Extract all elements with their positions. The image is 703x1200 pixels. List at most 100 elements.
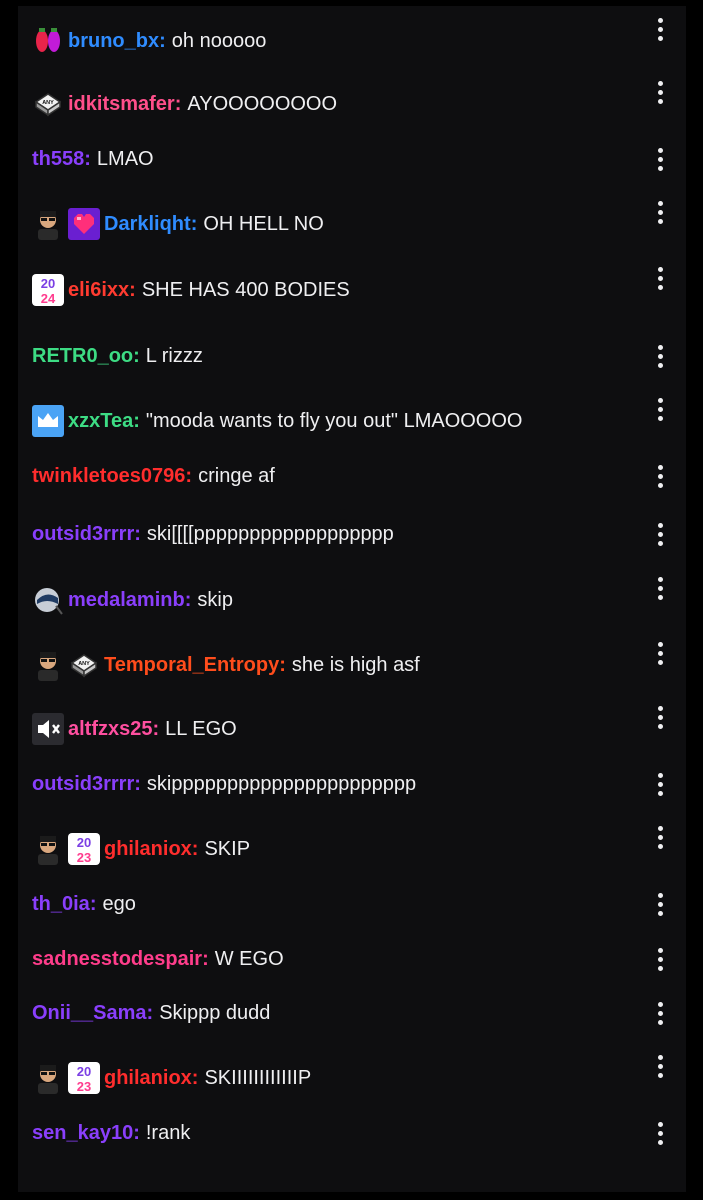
message-text: SKIIIIIIIIIIIIP xyxy=(204,1066,312,1089)
chat-message: ANY idkitsmafer: AYOOOOOOOO xyxy=(32,80,686,121)
username[interactable]: ghilaniox xyxy=(104,1067,192,1090)
chat-message: 20 23 ghilaniox: SKIIIIIIIIIIIIP xyxy=(32,1054,686,1095)
more-options-icon[interactable] xyxy=(650,145,670,173)
chat-message: Darkliqht: OH HELL NO xyxy=(32,200,686,241)
badge-group xyxy=(32,713,68,745)
username-colon: : xyxy=(152,717,160,740)
more-options-icon[interactable] xyxy=(650,264,670,292)
any-key-icon[interactable]: ANY xyxy=(32,88,64,120)
more-options-icon[interactable] xyxy=(650,574,670,602)
username-colon: : xyxy=(146,1001,154,1024)
username[interactable]: th_0ia xyxy=(32,893,90,916)
chat-message: RETR0_oo: L rizzz xyxy=(32,339,686,373)
username[interactable]: twinkletoes0796 xyxy=(32,465,185,488)
year-2023-icon[interactable]: 20 23 xyxy=(68,1062,100,1094)
badge-group xyxy=(32,584,68,616)
chat-message: outsid3rrrr: skipppppppppppppppppppppp xyxy=(32,767,686,801)
username[interactable]: sadnesstodespair xyxy=(32,948,202,971)
chat-message: altfzxs25: LL EGO xyxy=(32,705,686,746)
svg-text:20: 20 xyxy=(41,276,55,291)
more-options-icon[interactable] xyxy=(650,999,670,1027)
chat-message: twinkletoes0796: cringe af xyxy=(32,459,686,493)
svg-text:ANY: ANY xyxy=(78,661,90,667)
message-text: ego xyxy=(102,892,136,915)
svg-text:ANY: ANY xyxy=(42,100,54,106)
helmet-icon[interactable] xyxy=(32,584,64,616)
message-text: Skippp dudd xyxy=(159,1001,271,1024)
svg-text:23: 23 xyxy=(77,1079,91,1094)
username[interactable]: xzxTea xyxy=(68,410,133,433)
username-colon: : xyxy=(89,892,97,915)
username-colon: : xyxy=(191,837,199,860)
username[interactable]: Darkliqht xyxy=(104,213,191,236)
chat-message: outsid3rrrr: ski[[[[pppppppppppppppppp xyxy=(32,517,686,551)
chat-message: bruno_bx: oh nooooo xyxy=(32,17,686,58)
username[interactable]: th558 xyxy=(32,148,84,171)
username[interactable]: eli6ixx xyxy=(68,279,129,302)
username-colon: : xyxy=(202,947,209,970)
message-text: L rizzz xyxy=(145,344,203,367)
more-options-icon[interactable] xyxy=(650,395,670,423)
more-options-icon[interactable] xyxy=(650,945,670,973)
chat-message: th_0ia: ego xyxy=(32,887,686,921)
lights-icon[interactable] xyxy=(32,25,64,57)
more-options-icon[interactable] xyxy=(650,15,670,43)
avatar-face-icon[interactable] xyxy=(32,208,64,240)
username[interactable]: bruno_bx xyxy=(68,30,159,53)
message-text: "mooda wants to fly you out" LMAOOOOO xyxy=(145,409,523,432)
username[interactable]: RETR0_oo xyxy=(32,345,133,368)
username-colon: : xyxy=(134,522,141,545)
badge-group: 20 24 xyxy=(32,274,68,306)
year-2024-icon[interactable]: 20 24 xyxy=(32,274,64,306)
more-options-icon[interactable] xyxy=(650,639,670,667)
more-options-icon[interactable] xyxy=(650,770,670,798)
chat-message: medalaminb: skip xyxy=(32,576,686,617)
svg-text:20: 20 xyxy=(77,1064,91,1079)
username[interactable]: Temporal_Entropy xyxy=(104,654,279,677)
more-options-icon[interactable] xyxy=(650,520,670,548)
pixel-heart-icon[interactable] xyxy=(68,208,100,240)
username[interactable]: ghilaniox xyxy=(104,838,192,861)
avatar-face-icon[interactable] xyxy=(32,833,64,865)
more-options-icon[interactable] xyxy=(650,823,670,851)
more-options-icon[interactable] xyxy=(650,1052,670,1080)
more-options-icon[interactable] xyxy=(650,703,670,731)
avatar-face-icon[interactable] xyxy=(32,1062,64,1094)
badge-group: 20 23 xyxy=(32,1062,104,1094)
more-options-icon[interactable] xyxy=(650,890,670,918)
username[interactable]: medalaminb xyxy=(68,589,185,612)
username[interactable]: outsid3rrrr xyxy=(32,523,134,546)
message-text: oh nooooo xyxy=(171,29,267,52)
badge-group: ANY xyxy=(32,649,104,681)
badge-group xyxy=(32,208,104,240)
year-2023-icon[interactable]: 20 23 xyxy=(68,833,100,865)
badge-group: ANY xyxy=(32,88,68,120)
username-colon: : xyxy=(133,344,140,367)
username-colon: : xyxy=(190,212,198,235)
more-options-icon[interactable] xyxy=(650,462,670,490)
chat-message: 20 24 eli6ixx: SHE HAS 400 BODIES xyxy=(32,266,686,307)
any-key-icon[interactable]: ANY xyxy=(68,649,100,681)
more-options-icon[interactable] xyxy=(650,198,670,226)
message-text: W EGO xyxy=(214,947,284,970)
avatar-face-icon[interactable] xyxy=(32,649,64,681)
username-colon: : xyxy=(133,409,140,432)
username[interactable]: outsid3rrrr xyxy=(32,773,134,796)
message-text: OH HELL NO xyxy=(203,212,324,235)
username[interactable]: Onii__Sama xyxy=(32,1002,147,1025)
username[interactable]: idkitsmafer xyxy=(68,93,175,116)
username-colon: : xyxy=(134,772,141,795)
username-colon: : xyxy=(84,147,91,170)
message-text: SKIP xyxy=(204,837,251,860)
username[interactable]: sen_kay10 xyxy=(32,1122,133,1145)
more-options-icon[interactable] xyxy=(650,78,670,106)
more-options-icon[interactable] xyxy=(650,1119,670,1147)
chat-message: Onii__Sama: Skippp dudd xyxy=(32,996,686,1030)
muted-speaker-icon[interactable] xyxy=(32,713,64,745)
message-text: cringe af xyxy=(198,464,275,487)
chat-message: xzxTea: "mooda wants to fly you out" LMAO… xyxy=(32,397,686,438)
username-colon: : xyxy=(129,278,136,301)
crown-icon[interactable] xyxy=(32,405,64,437)
more-options-icon[interactable] xyxy=(650,342,670,370)
username[interactable]: altfzxs25 xyxy=(68,718,153,741)
